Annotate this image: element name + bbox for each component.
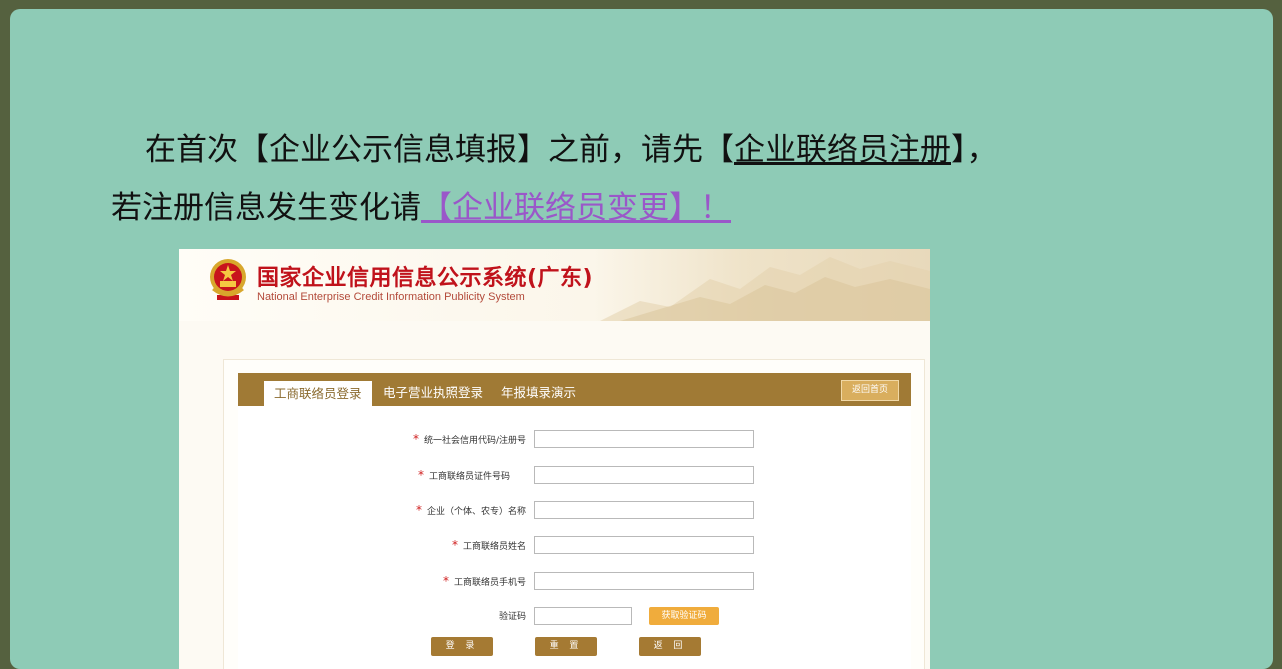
form-row-phone: * 工商联络员手机号	[238, 572, 911, 592]
notice-line1-prefix: 在首次【企业公示信息填报】之前，请先【	[145, 132, 734, 168]
required-marker: *	[442, 574, 449, 588]
phone-label: 工商联络员手机号	[453, 578, 526, 588]
id-number-input[interactable]	[534, 466, 754, 484]
field-label: * 工商联络员手机号	[443, 574, 526, 588]
required-marker: *	[417, 468, 424, 482]
system-title: 国家企业信用信息公示系统(广东)	[257, 266, 594, 291]
form-row-company-name: * 企业（个体、农专）名称	[238, 501, 911, 521]
notice-line1-suffix: 】，	[951, 132, 998, 168]
required-marker: *	[451, 538, 458, 552]
phone-input[interactable]	[534, 572, 754, 590]
login-page-screenshot: 国家企业信用信息公示系统(广东) National Enterprise Cre…	[179, 249, 930, 669]
contact-name-input[interactable]	[534, 536, 754, 554]
form-row-contact-name: * 工商联络员姓名	[238, 536, 911, 556]
required-marker: *	[412, 432, 419, 446]
required-marker: *	[415, 503, 422, 517]
captcha-input[interactable]	[534, 607, 632, 625]
contact-name-label: 工商联络员姓名	[462, 542, 526, 552]
login-tabbar: 工商联络员登录 电子营业执照登录 年报填录演示	[238, 373, 911, 406]
field-label: * 统一社会信用代码/注册号	[413, 432, 526, 446]
mountain-landscape-image	[600, 257, 930, 321]
tab-contact-login[interactable]: 工商联络员登录	[264, 381, 372, 406]
credit-code-input[interactable]	[534, 430, 754, 448]
form-row-captcha: 验证码 获取验证码	[238, 607, 911, 627]
national-emblem-icon	[210, 259, 246, 300]
notice-line2-prefix: 若注册信息发生变化请	[111, 190, 421, 226]
content-panel: 在首次【企业公示信息填报】之前，请先【企业联络员注册】， 若注册信息发生变化请【…	[10, 9, 1273, 669]
field-label: * 工商联络员姓名	[452, 538, 526, 552]
back-button[interactable]: 返 回	[639, 637, 701, 656]
register-contact-link[interactable]: 企业联络员注册	[734, 132, 951, 168]
field-label: * 工商联络员证件号码	[418, 468, 510, 482]
form-row-credit-code: * 统一社会信用代码/注册号	[238, 430, 911, 450]
id-number-label: 工商联络员证件号码	[428, 472, 510, 482]
change-contact-link[interactable]: 【企业联络员变更】！	[421, 190, 731, 226]
field-label: * 企业（个体、农专）名称	[416, 503, 526, 517]
notice-line-2: 若注册信息发生变化请【企业联络员变更】！	[111, 182, 731, 227]
credit-code-label: 统一社会信用代码/注册号	[423, 436, 526, 446]
notice-line-1: 在首次【企业公示信息填报】之前，请先【企业联络员注册】，	[145, 124, 998, 169]
captcha-label: 验证码	[498, 612, 526, 622]
system-header: 国家企业信用信息公示系统(广东) National Enterprise Cre…	[179, 249, 930, 321]
company-name-input[interactable]	[534, 501, 754, 519]
form-row-id-number: * 工商联络员证件号码	[238, 466, 911, 486]
login-form: * 统一社会信用代码/注册号 * 工商联络员证件号码 * 企业（个体、农专）名称 * 工…	[238, 406, 911, 669]
login-button[interactable]: 登 录	[431, 637, 493, 656]
tab-report-demo[interactable]: 年报填录演示	[501, 380, 576, 406]
tab-e-license-login[interactable]: 电子营业执照登录	[383, 380, 483, 406]
reset-button[interactable]: 重 置	[535, 637, 597, 656]
system-subtitle: National Enterprise Credit Information P…	[257, 291, 525, 303]
company-name-label: 企业（个体、农专）名称	[426, 507, 526, 517]
return-home-button[interactable]: 返回首页	[841, 380, 899, 401]
form-actions: 登 录 重 置 返 回	[238, 637, 911, 657]
get-code-button[interactable]: 获取验证码	[649, 607, 719, 625]
